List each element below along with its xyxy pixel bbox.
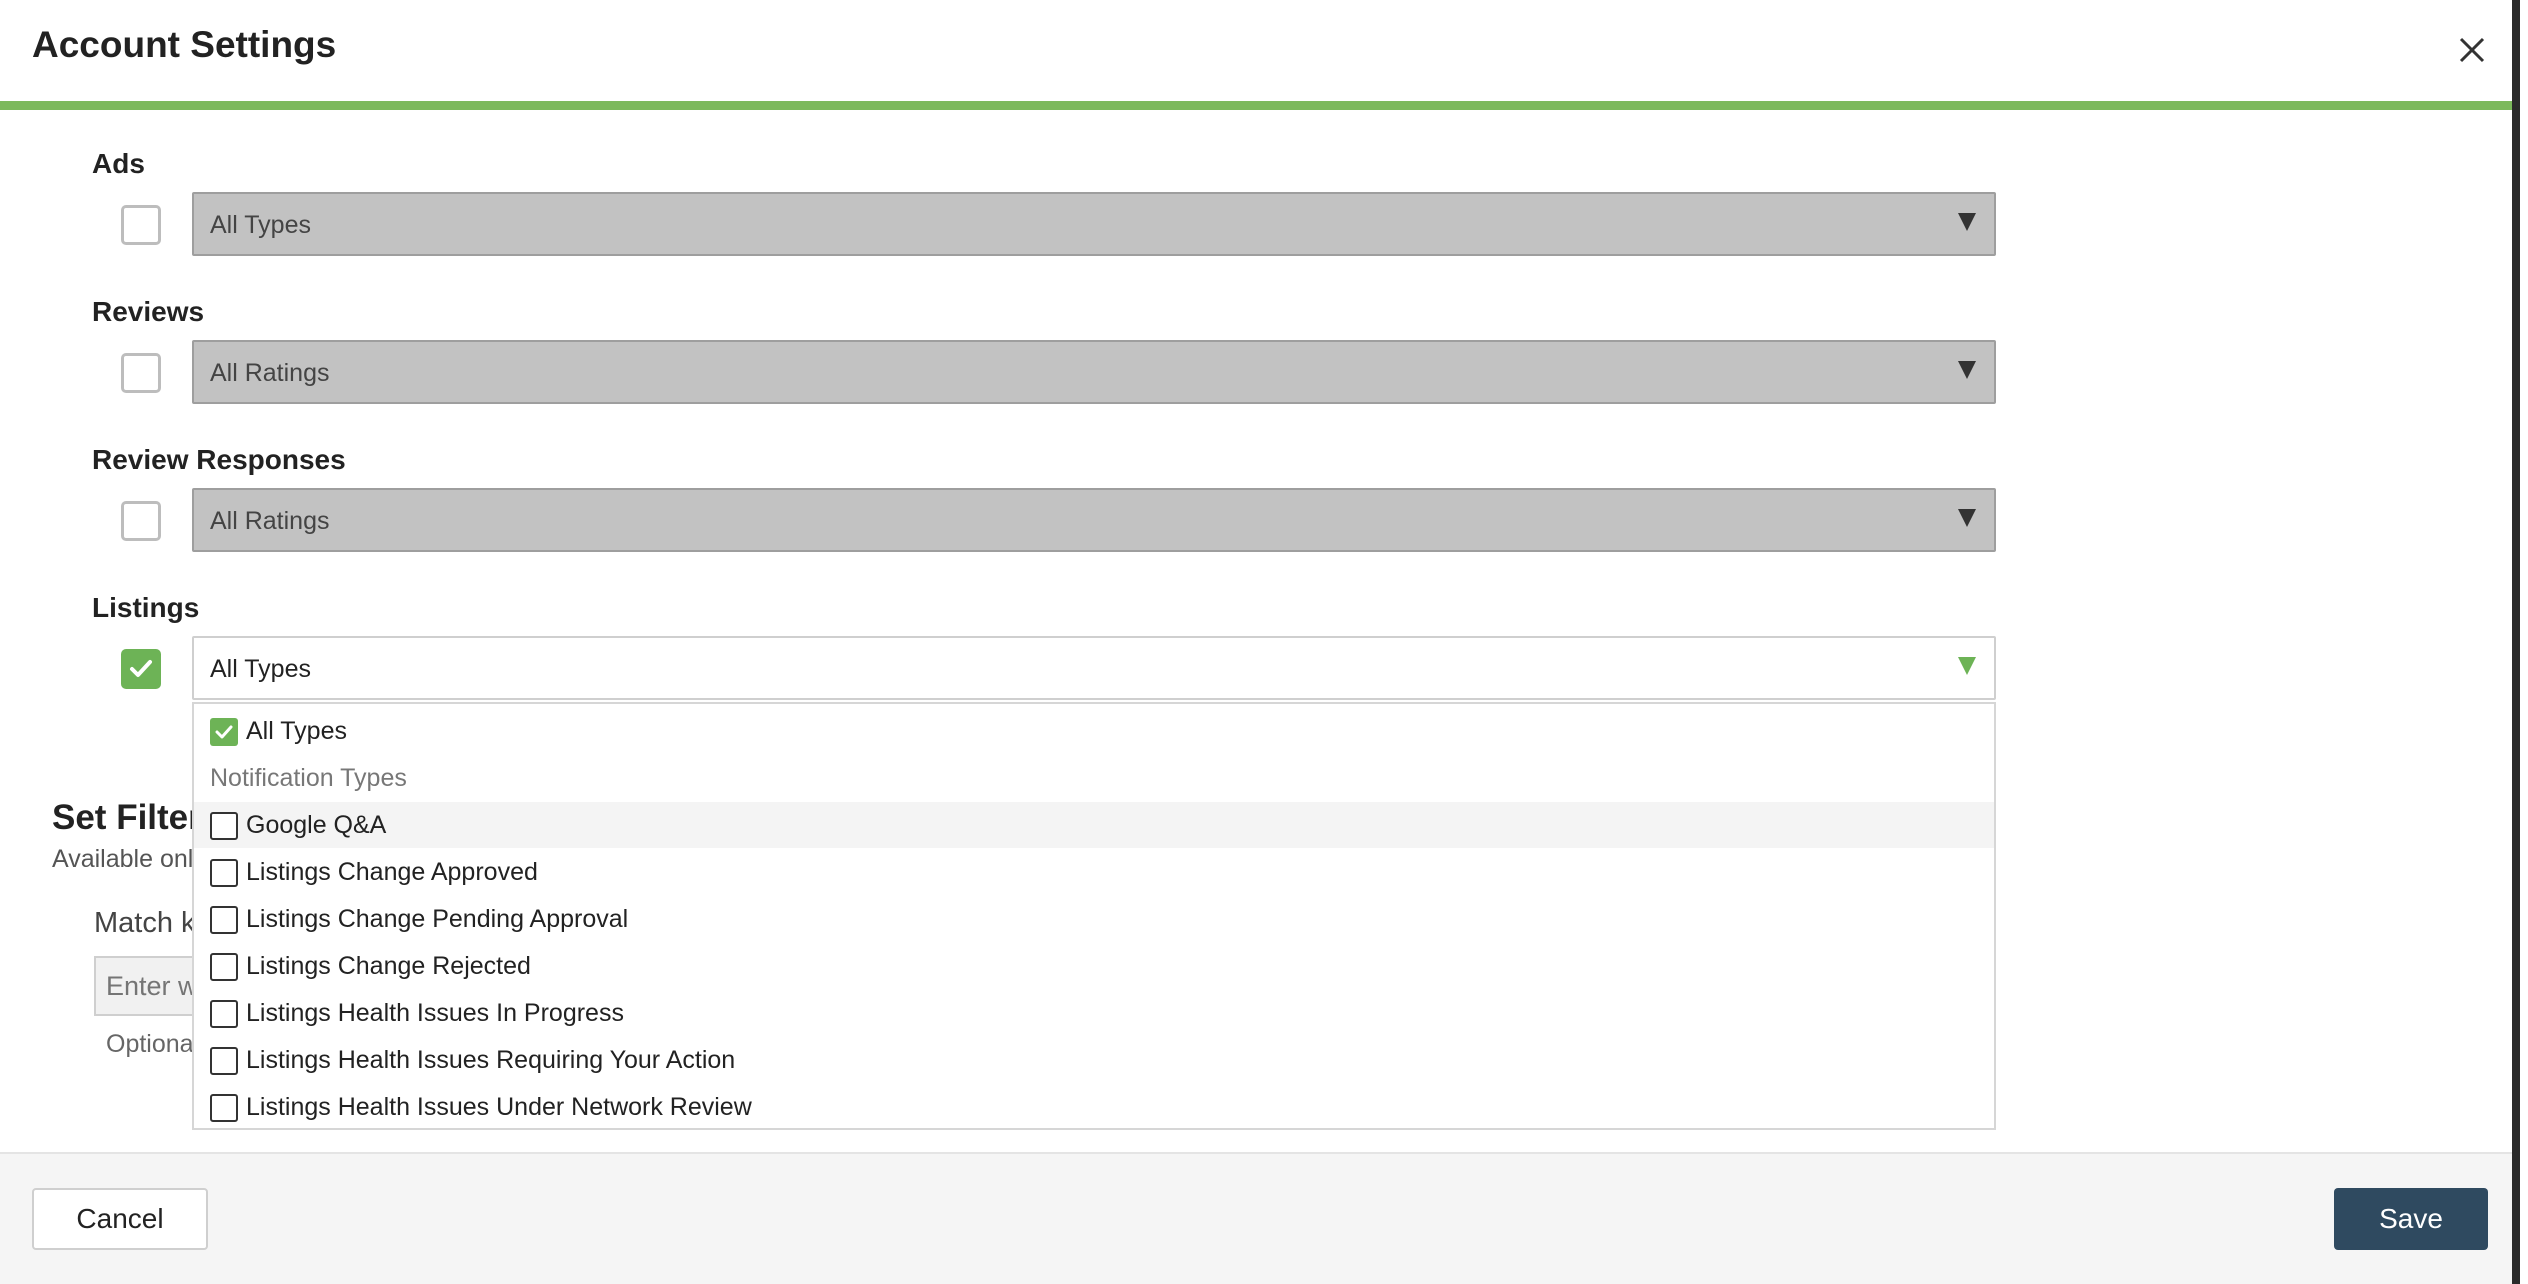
option-label: All Types <box>246 717 347 745</box>
reviews-rating-select[interactable]: All Ratings <box>192 340 1996 404</box>
window-edge <box>2512 0 2520 1284</box>
modal-title: Account Settings <box>32 24 337 65</box>
ads-type-select[interactable]: All Types <box>192 192 1996 256</box>
option-checkbox <box>210 859 238 887</box>
option-label: Listings Change Pending Approval <box>246 905 629 933</box>
dropdown-option-health-issues-requiring-action[interactable]: Listings Health Issues Requiring Your Ac… <box>194 1037 1994 1083</box>
modal-header: Account Settings <box>0 0 2520 102</box>
filters-title: Set Filter <box>52 798 202 837</box>
listings-checkbox[interactable] <box>121 649 161 689</box>
dropdown-option-listings-change-rejected[interactable]: Listings Change Rejected <box>194 943 1994 989</box>
option-label: Listings Health Issues Under Network Rev… <box>246 1093 752 1121</box>
section-label-ads: Ads <box>92 148 145 179</box>
close-icon <box>2459 37 2485 63</box>
option-label: Listings Health Issues In Progress <box>246 999 624 1027</box>
section-label-reviews: Reviews <box>92 296 205 327</box>
option-checkbox <box>210 812 238 840</box>
checkmark-icon <box>215 725 233 739</box>
reviews-checkbox[interactable] <box>121 353 161 393</box>
save-button[interactable]: Save <box>2334 1188 2488 1250</box>
header-divider <box>0 101 2520 110</box>
dropdown-option-health-issues-in-progress[interactable]: Listings Health Issues In Progress <box>194 990 1994 1036</box>
option-checkbox <box>210 1000 238 1028</box>
listings-select-value: All Types <box>210 655 311 683</box>
modal-body: Ads All Types Reviews All Ratings Review… <box>0 110 2520 1152</box>
group-header-notification-types: Notification Types <box>210 764 407 792</box>
section-label-listings: Listings <box>92 592 200 623</box>
option-checkbox <box>210 1047 238 1075</box>
optional-hint: Optiona <box>106 1030 194 1058</box>
listings-type-select[interactable]: All Types <box>192 636 1996 700</box>
caret-down-icon <box>1958 213 1976 231</box>
account-settings-modal: Account Settings Ads All Types Reviews A… <box>0 0 2520 1284</box>
close-button[interactable] <box>2452 30 2492 70</box>
option-label: Listings Change Rejected <box>246 952 531 980</box>
option-label: Google Q&A <box>246 811 387 839</box>
review-responses-rating-select[interactable]: All Ratings <box>192 488 1996 552</box>
caret-down-icon <box>1958 361 1976 379</box>
review-responses-checkbox[interactable] <box>121 501 161 541</box>
option-checkbox <box>210 718 238 746</box>
reviews-select-value: All Ratings <box>210 359 330 387</box>
modal-footer: Cancel Save <box>0 1152 2520 1284</box>
dropdown-option-google-qa[interactable]: Google Q&A <box>194 802 1994 848</box>
option-checkbox <box>210 906 238 934</box>
caret-down-icon <box>1958 657 1976 675</box>
option-label: Listings Health Issues Requiring Your Ac… <box>246 1046 736 1074</box>
filters-subtitle: Available onl <box>52 845 194 873</box>
option-checkbox <box>210 1094 238 1122</box>
option-label: Listings Change Approved <box>246 858 538 886</box>
review-responses-select-value: All Ratings <box>210 507 330 535</box>
dropdown-option-health-issues-under-review[interactable]: Listings Health Issues Under Network Rev… <box>194 1084 1994 1130</box>
dropdown-option-listings-change-pending-approval[interactable]: Listings Change Pending Approval <box>194 896 1994 942</box>
dropdown-option-listings-change-approved[interactable]: Listings Change Approved <box>194 849 1994 895</box>
dropdown-option-all-types[interactable]: All Types <box>194 708 1994 754</box>
cancel-button[interactable]: Cancel <box>32 1188 208 1250</box>
caret-down-icon <box>1958 509 1976 527</box>
option-checkbox <box>210 953 238 981</box>
listings-dropdown-panel: All Types Notification Types Google Q&A … <box>192 702 1996 1130</box>
checkmark-icon <box>130 660 152 677</box>
ads-checkbox[interactable] <box>121 205 161 245</box>
match-keywords-label: Match k <box>94 907 196 939</box>
ads-select-value: All Types <box>210 211 311 239</box>
section-label-review-responses: Review Responses <box>92 444 346 475</box>
